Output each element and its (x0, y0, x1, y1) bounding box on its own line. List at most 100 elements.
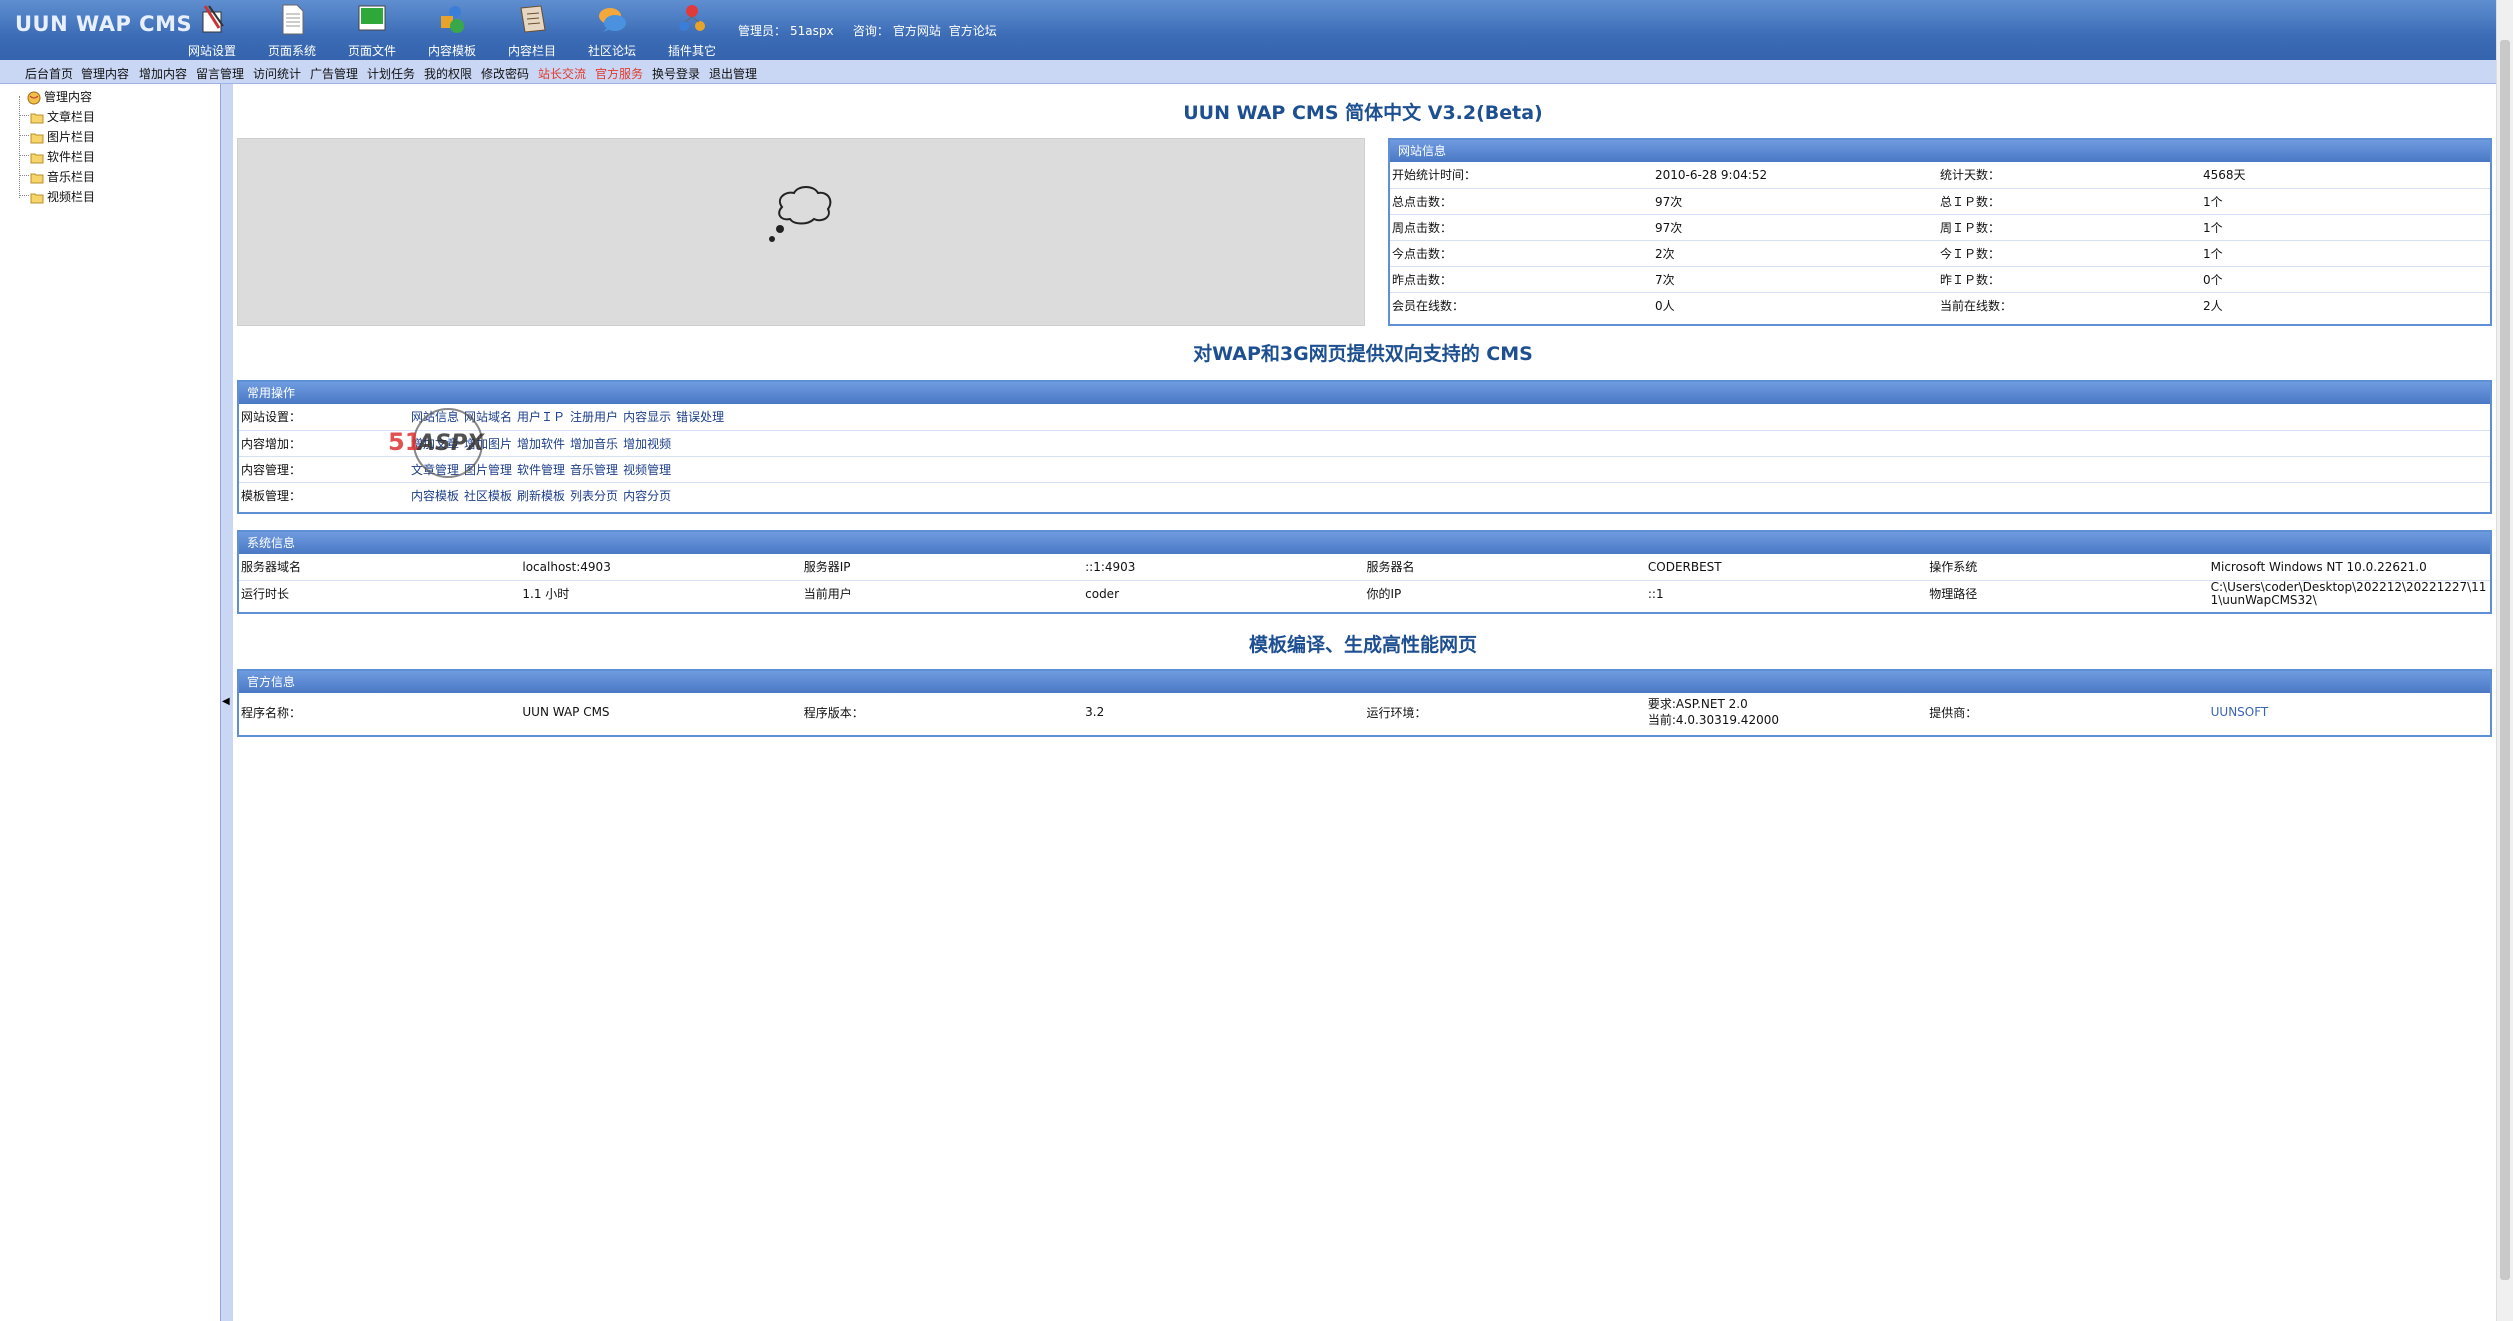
op-link[interactable]: 社区模板 (464, 489, 512, 503)
left-tree-panel: 管理内容 文章栏目 图片栏目 软件栏目 音乐栏目 视频栏目 (0, 84, 220, 1321)
nav-content-template[interactable]: 内容模板 (417, 2, 487, 58)
table-row: 昨点击数： 7次 昨ＩＰ数： 0个 (1390, 266, 2490, 293)
site-info-table: 开始统计时间： 2010-6-28 9:04:52 统计天数： 4568天 总点击数： 9… (1390, 162, 2490, 318)
menu-ads[interactable]: 广告管理 (310, 65, 358, 82)
table-row: 内容增加： 增加文章 增加图片 增加软件 增加音乐 增加视频 (239, 430, 2490, 457)
stat-label: 总点击数： (1390, 188, 1653, 215)
tree-item-articles[interactable]: 文章栏目 (30, 108, 95, 125)
tree-item-images[interactable]: 图片栏目 (30, 128, 95, 145)
menu-messages[interactable]: 留言管理 (196, 65, 244, 82)
menu-change-password[interactable]: 修改密码 (481, 65, 529, 82)
op-link[interactable]: 用户ＩＰ (517, 410, 565, 424)
tree-root-node[interactable]: 管理内容 (27, 88, 92, 105)
op-links: 网站信息 网站域名 用户ＩＰ 注册用户 内容显示 错误处理 (409, 404, 2490, 431)
op-links: 内容模板 社区模板 刷新模板 列表分页 内容分页 (409, 482, 2490, 508)
op-link[interactable]: 增加软件 (517, 437, 565, 451)
op-link[interactable]: 内容分页 (623, 489, 671, 503)
system-info-panel: 系统信息 服务器域名 localhost:4903 服务器IP::1:4903 服务器… (237, 530, 2492, 614)
table-row: 模板管理： 内容模板 社区模板 刷新模板 列表分页 内容分页 (239, 482, 2490, 508)
tree-branch-line (19, 115, 29, 116)
op-link[interactable]: 错误处理 (676, 410, 724, 424)
nav-content-column[interactable]: 内容栏目 (497, 2, 567, 58)
menu-home[interactable]: 后台首页 (25, 65, 73, 82)
op-link[interactable]: 内容显示 (623, 410, 671, 424)
op-link[interactable]: 软件管理 (517, 463, 565, 477)
menu-scheduled-tasks[interactable]: 计划任务 (367, 65, 415, 82)
tree-guide-line (19, 96, 21, 198)
provider-link[interactable]: UUNSOFT (2209, 693, 2490, 731)
table-row: 网站设置： 网站信息 网站域名 用户ＩＰ 注册用户 内容显示 错误处理 (239, 404, 2490, 431)
svg-text:ASPX: ASPX (416, 431, 485, 456)
tree-item-software[interactable]: 软件栏目 (30, 148, 95, 165)
op-link[interactable]: 音乐管理 (570, 463, 618, 477)
menu-official-service[interactable]: 官方服务 (595, 65, 643, 82)
admin-info: 管理员： 51aspx 咨询： 官方网站 官方论坛 (738, 22, 1001, 39)
sys-value: ::1 (1647, 586, 1664, 601)
stat-value: 0人 (1655, 298, 1675, 313)
folder-icon (30, 173, 44, 183)
menu-switch-account[interactable]: 换号登录 (652, 65, 700, 82)
consult-label: 咨询： (852, 24, 889, 38)
menu-my-permissions[interactable]: 我的权限 (424, 65, 472, 82)
nav-label: 页面文件 (347, 44, 396, 58)
table-row: 周点击数： 97次 周ＩＰ数： 1个 (1390, 214, 2490, 241)
sys-label: 操作系统 (1927, 554, 2209, 581)
scrollbar-thumb[interactable] (2500, 40, 2510, 1280)
stat-value: 97次 (1653, 188, 1938, 215)
table-row: 总点击数： 97次 总ＩＰ数： 1个 (1390, 188, 2490, 215)
menu-statistics[interactable]: 访问统计 (253, 65, 301, 82)
menu-webmaster-exchange[interactable]: 站长交流 (538, 65, 586, 82)
tree-item-label: 视频栏目 (47, 190, 96, 204)
system-info-header: 系统信息 (239, 532, 2490, 554)
op-link[interactable]: 列表分页 (570, 489, 618, 503)
stat-label: 周ＩＰ数： (1938, 214, 2201, 241)
runtime-required: 要求:ASP.NET 2.0 (1647, 697, 1748, 711)
collapse-arrow-icon[interactable]: ◀ (222, 696, 230, 707)
sys-value: ::1:4903 (1083, 554, 1365, 581)
tree-item-video[interactable]: 视频栏目 (30, 188, 95, 205)
menu-logout[interactable]: 退出管理 (709, 65, 757, 82)
op-link[interactable]: 增加视频 (623, 437, 671, 451)
nav-community-forum[interactable]: 社区论坛 (577, 2, 647, 58)
menu-manage-content[interactable]: 管理内容 (81, 65, 129, 82)
sys-value: 1.1 小时 (522, 587, 570, 601)
tree-item-label: 软件栏目 (47, 150, 96, 164)
official-forum-link[interactable]: 官方论坛 (949, 24, 997, 38)
menu-add-content[interactable]: 增加内容 (139, 65, 187, 82)
sys-label: 物理路径 (1929, 587, 1978, 601)
folder-icon (30, 153, 44, 163)
op-link[interactable]: 视频管理 (623, 463, 671, 477)
stat-label: 会员在线数： (1392, 298, 1465, 313)
nav-page-system[interactable]: 页面系统 (257, 2, 327, 58)
op-link[interactable]: 注册用户 (570, 410, 618, 424)
sys-value: coder (1085, 586, 1119, 601)
file-icon (358, 5, 386, 31)
op-link[interactable]: 刷新模板 (517, 489, 565, 503)
stat-label: 昨点击数： (1390, 266, 1653, 293)
nav-label: 页面系统 (267, 44, 316, 58)
menu-bar: 后台首页 管理内容 增加内容 留言管理 访问统计 广告管理 计划任务 我的权限 … (0, 60, 2496, 84)
op-link[interactable]: 内容模板 (411, 489, 459, 503)
official-site-link[interactable]: 官方网站 (893, 24, 941, 38)
stat-value: 7次 (1653, 266, 1938, 293)
folder-icon (30, 133, 44, 143)
nav-label: 内容栏目 (507, 44, 556, 58)
op-category-label: 网站设置： (239, 404, 409, 431)
nav-website-settings[interactable]: 网站设置 (177, 2, 247, 58)
tree-item-music[interactable]: 音乐栏目 (30, 168, 95, 185)
sys-value: CODERBEST (1645, 554, 1928, 581)
watermark-logo: 51 ASPX (388, 408, 485, 478)
top-header: UUN WAP CMS 网站设置 页面系统 页面文件 内容模板 内容栏目 社区论… (0, 0, 2496, 60)
op-link[interactable]: 增加音乐 (570, 437, 618, 451)
vertical-scrollbar[interactable] (2496, 0, 2513, 1321)
stat-label: 开始统计时间： (1390, 162, 1653, 189)
tree-branch-line (19, 155, 29, 156)
template-icon (441, 6, 464, 33)
site-info-header: 网站信息 (1390, 140, 2490, 162)
nav-page-file[interactable]: 页面文件 (337, 2, 407, 58)
program-name-value: UUN WAP CMS (522, 705, 610, 719)
stat-value: 0个 (2201, 266, 2490, 293)
sidebar-splitter[interactable]: ◀ (220, 84, 233, 1321)
provider-label: 提供商： (1929, 705, 1978, 720)
nav-plugins-other[interactable]: 插件其它 (657, 2, 727, 58)
